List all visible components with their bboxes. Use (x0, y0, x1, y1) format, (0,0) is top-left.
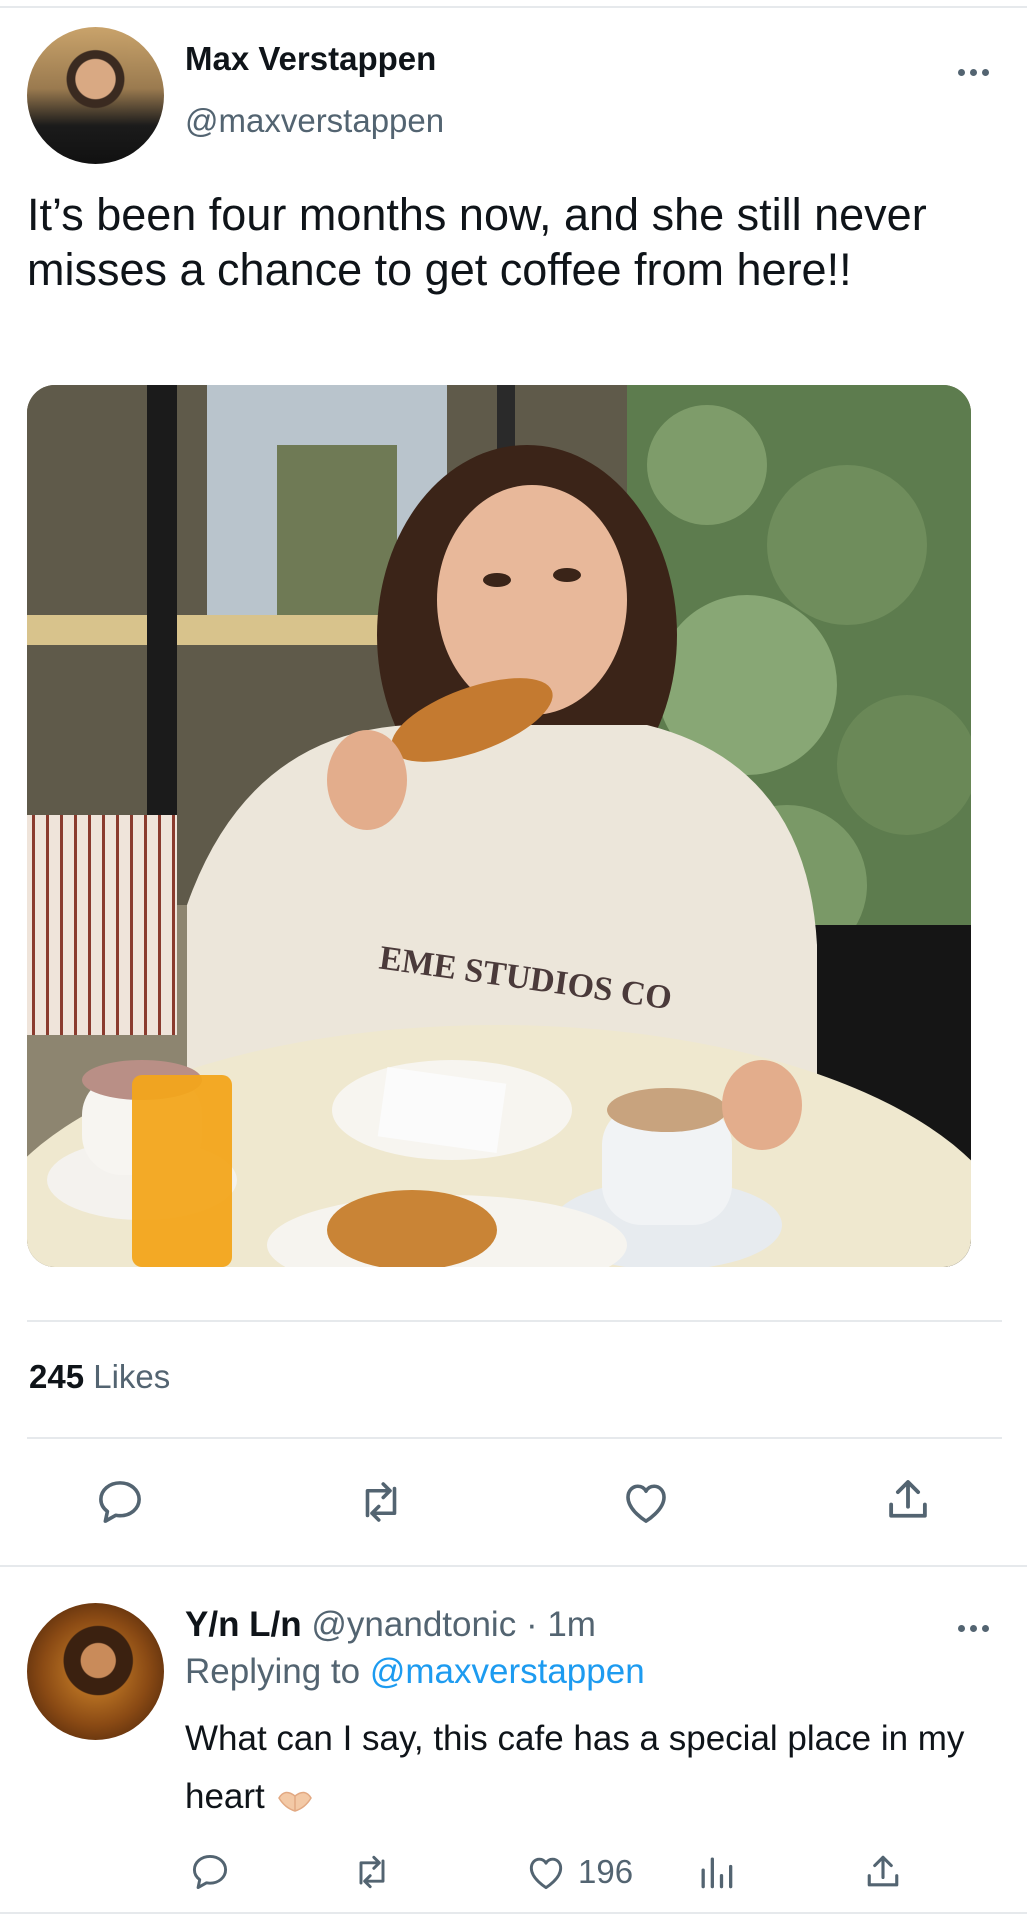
analytics-icon (701, 1857, 733, 1889)
reply-more-options-icon[interactable] (953, 1618, 993, 1638)
more-options-icon[interactable] (953, 62, 993, 82)
likes-label: Likes (93, 1358, 171, 1395)
bottom-divider (0, 1912, 1027, 1914)
reply-author-avatar[interactable] (27, 1603, 164, 1740)
reply-header: Y/n L/n @ynandtonic · 1m (185, 1605, 596, 1645)
retweet-icon (365, 1482, 397, 1522)
replying-to-link[interactable]: @maxverstappen (370, 1652, 645, 1691)
author-avatar[interactable] (27, 27, 164, 164)
divider-above-likes (27, 1320, 1002, 1322)
reply-icon (99, 1481, 141, 1523)
reply-retweet-button[interactable] (350, 1850, 394, 1894)
replying-to-line: Replying to @maxverstappen (185, 1652, 645, 1692)
author-name[interactable]: Max Verstappen (185, 40, 436, 78)
share-icon (889, 1480, 927, 1518)
reply-reply-button[interactable] (188, 1850, 232, 1894)
reply-icon (192, 1854, 228, 1890)
reply-text: What can I say, this cafe has a special … (185, 1710, 1005, 1826)
top-divider (0, 6, 1027, 8)
divider-above-reply (0, 1565, 1027, 1567)
reply-share-button[interactable] (861, 1850, 905, 1894)
heart-icon (626, 1484, 666, 1523)
replying-prefix: Replying to (185, 1652, 361, 1691)
reply-separator: · (525, 1605, 538, 1644)
tweet-photo[interactable]: EME STUDIOS CO (27, 385, 971, 1267)
share-icon (867, 1855, 899, 1887)
likes-summary[interactable]: 245 Likes (29, 1358, 170, 1396)
reply-button[interactable] (93, 1475, 147, 1529)
heart-hands-emoji (277, 1791, 312, 1812)
reply-analytics-button[interactable] (694, 1850, 738, 1894)
likes-count: 245 (29, 1358, 85, 1395)
tweet-text: It’s been four months now, and she still… (27, 189, 927, 295)
reply-like-count: 196 (578, 1853, 634, 1890)
reply-like-button[interactable]: 196 (524, 1850, 633, 1894)
divider-above-actions (27, 1437, 1002, 1439)
reply-time[interactable]: 1m (547, 1605, 596, 1644)
reply-author-name[interactable]: Y/n L/n (185, 1605, 302, 1644)
retweet-button[interactable] (354, 1475, 408, 1529)
share-button[interactable] (881, 1473, 935, 1527)
heart-icon (529, 1857, 563, 1890)
retweet-icon (359, 1855, 385, 1889)
author-handle[interactable]: @maxverstappen (185, 102, 444, 140)
like-button[interactable] (619, 1475, 673, 1529)
tweet-photo-illustration: EME STUDIOS CO (27, 385, 971, 1267)
reply-author-handle[interactable]: @ynandtonic (311, 1605, 516, 1644)
